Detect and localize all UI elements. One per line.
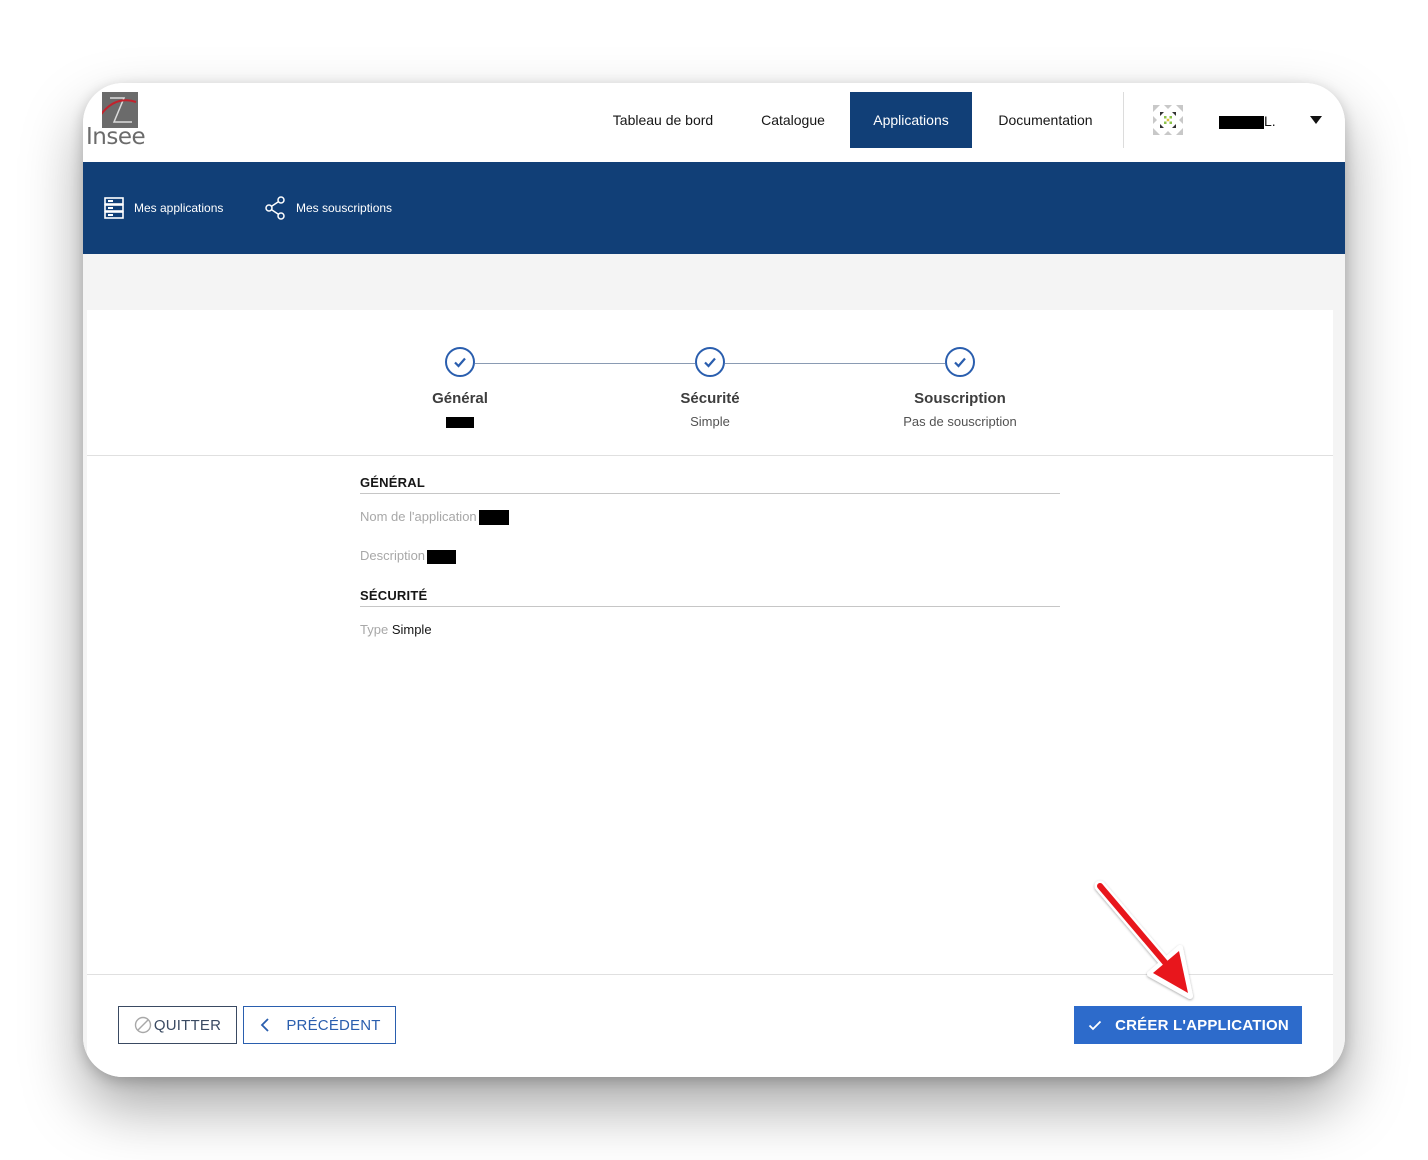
top-header: Insee Tableau de bord Catalogue Applicat… [83, 83, 1345, 162]
section-general-title: GÉNÉRAL [360, 475, 425, 490]
previous-button-label: PRÉCÉDENT [286, 1016, 381, 1034]
field-label: Nom de l'application [360, 509, 477, 524]
subnav-mes-souscriptions[interactable]: Mes souscriptions [264, 196, 392, 220]
step-securite-title: Sécurité [680, 390, 740, 407]
redacted-name [1219, 115, 1264, 129]
nav-catalogue[interactable]: Catalogue [743, 92, 843, 148]
subnav-label: Mes souscriptions [296, 201, 393, 215]
previous-button[interactable]: PRÉCÉDENT [243, 1006, 396, 1044]
check-icon [954, 357, 966, 368]
header-divider [1123, 92, 1124, 148]
step-connector [725, 363, 945, 364]
nav-documentation[interactable]: Documentation [978, 92, 1113, 148]
identicon-avatar[interactable] [1151, 103, 1185, 137]
create-application-button[interactable]: CRÉER L'APPLICATION [1074, 1006, 1302, 1044]
sub-navigation: Mes applications Mes souscriptions [83, 162, 1345, 254]
check-icon [454, 357, 466, 368]
step-souscription-title: Souscription [914, 390, 1006, 407]
field-value: Simple [391, 622, 432, 637]
chevron-left-icon [261, 1018, 269, 1032]
redacted-value [478, 510, 509, 526]
user-name[interactable]: L. [1219, 113, 1276, 129]
cancel-icon [134, 1016, 152, 1034]
caret-down-icon[interactable] [1309, 113, 1323, 127]
step-general-subtitle [360, 414, 560, 429]
section-rule [360, 606, 1060, 607]
step-general-check[interactable] [445, 347, 475, 377]
section-securite-title: SÉCURITÉ [360, 588, 428, 603]
share-icon [265, 196, 285, 220]
stepper-divider [87, 455, 1333, 456]
nav-applications[interactable]: Applications [850, 92, 972, 148]
quit-button-label: QUITTER [153, 1016, 222, 1034]
user-name-suffix: L. [1264, 113, 1276, 129]
step-connector [475, 363, 695, 364]
logo-text: Insee [86, 124, 146, 150]
field-type: Type Simple [360, 622, 432, 637]
create-application-label: CRÉER L'APPLICATION [1115, 1016, 1289, 1034]
step-securite-subtitle: Simple [690, 414, 730, 429]
field-label: Description [360, 548, 426, 563]
check-icon [704, 357, 716, 368]
server-icon [104, 197, 124, 219]
field-app-name: Nom de l'application [360, 509, 509, 526]
redacted-app-name [446, 417, 474, 429]
quit-button[interactable]: QUITTER [118, 1006, 237, 1044]
field-label: Type [360, 622, 389, 637]
page-top-band [83, 254, 1345, 310]
insee-logo[interactable]: Insee [86, 92, 146, 152]
subnav-label: Mes applications [134, 201, 224, 215]
subnav-mes-applications[interactable]: Mes applications [104, 196, 223, 220]
step-souscription-check[interactable] [945, 347, 975, 377]
section-rule [360, 493, 1060, 494]
page-right-edge [1333, 310, 1345, 1077]
annotation-arrow-icon [1094, 880, 1193, 999]
check-icon [1088, 1020, 1102, 1031]
step-securite-check[interactable] [695, 347, 725, 377]
nav-tableau-de-bord[interactable]: Tableau de bord [591, 92, 735, 148]
logo-mark [95, 92, 138, 128]
field-description: Description [360, 548, 457, 564]
step-general-title: Général [432, 390, 488, 407]
redacted-value [427, 549, 457, 564]
step-souscription-subtitle: Pas de souscription [903, 414, 1017, 429]
